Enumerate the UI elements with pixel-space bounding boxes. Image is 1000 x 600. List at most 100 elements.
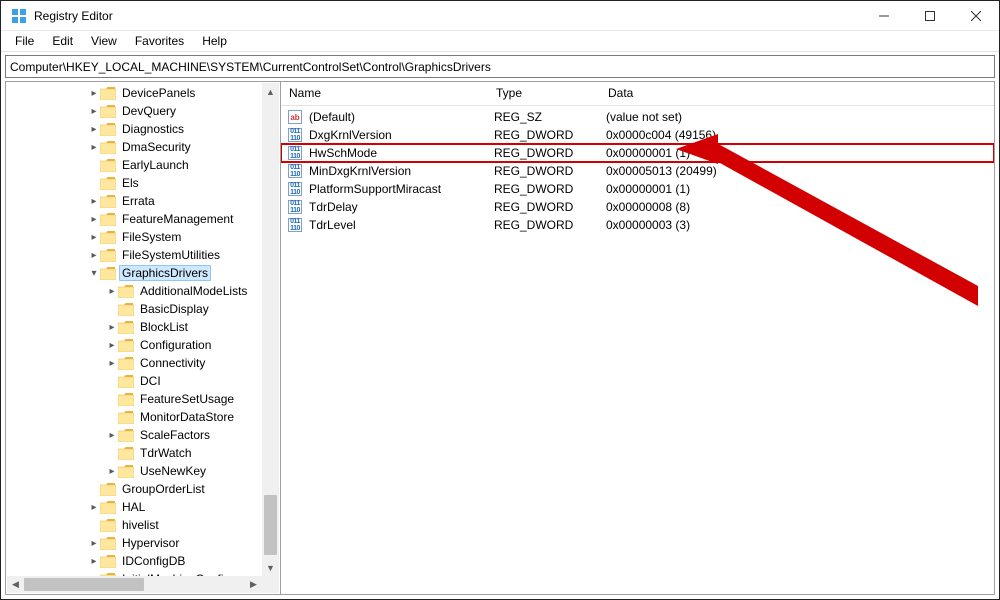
expand-icon[interactable]: ▸ [88,232,100,243]
column-header-type[interactable]: Type [488,82,600,105]
close-button[interactable] [953,1,999,31]
tree-item[interactable]: EarlyLaunch [10,156,280,174]
scroll-left-icon[interactable]: ◀ [7,576,24,593]
minimize-button[interactable] [861,1,907,31]
tree-item-label: IDConfigDB [119,554,188,568]
tree-item-label: HAL [119,500,148,514]
column-header-data[interactable]: Data [600,82,994,105]
tree-item[interactable]: ▸BlockList [10,318,280,336]
tree-item[interactable]: ▸DevicePanels [10,84,280,102]
tree-item[interactable]: BasicDisplay [10,300,280,318]
value-row[interactable]: 011110MinDxgKrnlVersionREG_DWORD0x000050… [281,162,994,180]
maximize-button[interactable] [907,1,953,31]
tree-item[interactable]: ▸ Configuration [10,336,280,354]
expand-icon[interactable]: ▸ [106,430,118,441]
expand-icon[interactable]: ▸ [106,322,118,333]
menu-file[interactable]: File [7,32,42,50]
scroll-track[interactable] [262,100,279,559]
expand-icon[interactable]: ▸ [88,88,100,99]
menu-bar: File Edit View Favorites Help [1,31,999,52]
value-name: DxgKrnlVersion [309,128,494,142]
expand-icon[interactable]: ▸ [88,502,100,513]
folder-icon [118,464,134,478]
expand-icon[interactable]: ▸ [88,196,100,207]
value-name: (Default) [309,110,494,124]
expand-icon[interactable]: ▸ [88,556,100,567]
column-header-name[interactable]: Name [281,82,488,105]
tree-item[interactable]: GroupOrderList [10,480,280,498]
tree-item[interactable]: ▸Connectivity [10,354,280,372]
scroll-thumb[interactable] [264,495,277,555]
expand-icon[interactable]: ▸ [106,358,118,369]
value-type: REG_DWORD [494,164,606,178]
titlebar[interactable]: Registry Editor [1,1,999,31]
tree-item[interactable]: ▸ HAL [10,498,280,516]
value-row[interactable]: 011110PlatformSupportMiracastREG_DWORD0x… [281,180,994,198]
expand-icon[interactable]: ▸ [88,124,100,135]
tree-item[interactable]: FeatureSetUsage [10,390,280,408]
scroll-right-icon[interactable]: ▶ [245,576,262,593]
tree-item[interactable]: TdrWatch [10,444,280,462]
tree-item[interactable]: ▸ DmaSecurity [10,138,280,156]
tree-scroll-area[interactable]: ▸DevicePanels▸DevQuery▸Diagnostics▸DmaSe… [6,82,280,594]
tree-item[interactable]: ▸FileSystemUtilities [10,246,280,264]
value-type: REG_DWORD [494,128,606,142]
expand-icon[interactable]: ▸ [88,142,100,153]
tree-item[interactable]: ▸FileSystem [10,228,280,246]
folder-icon [100,158,116,172]
tree-item[interactable]: ▸Hypervisor [10,534,280,552]
tree-item[interactable]: ▸ IDConfigDB [10,552,280,570]
tree-item[interactable]: ▸Diagnostics [10,120,280,138]
dword-value-icon: 011110 [288,218,302,232]
value-row[interactable]: 011110TdrDelayREG_DWORD0x00000008 (8) [281,198,994,216]
tree-item[interactable]: ▸UseNewKey [10,462,280,480]
tree-horizontal-scrollbar[interactable]: ◀ ▶ [7,576,262,593]
scroll-down-icon[interactable]: ▼ [262,559,279,576]
app-icon [11,8,27,24]
tree-item[interactable]: DCI [10,372,280,390]
folder-icon [118,338,134,352]
tree-item-label: DevQuery [119,104,179,118]
tree-item[interactable]: Els [10,174,280,192]
expand-icon[interactable]: ▾ [88,268,100,279]
tree-item-label: DmaSecurity [119,140,194,154]
tree-item[interactable]: hivelist [10,516,280,534]
list-header: Name Type Data [281,82,994,106]
value-row[interactable]: ab(Default)REG_SZ(value not set) [281,108,994,126]
value-row[interactable]: 011110TdrLevelREG_DWORD0x00000003 (3) [281,216,994,234]
scroll-track-h[interactable] [24,576,245,593]
value-name: MinDxgKrnlVersion [309,164,494,178]
menu-favorites[interactable]: Favorites [127,32,192,50]
menu-edit[interactable]: Edit [44,32,81,50]
tree-item[interactable]: ▸AdditionalModeLists [10,282,280,300]
address-bar[interactable]: Computer\HKEY_LOCAL_MACHINE\SYSTEM\Curre… [5,55,995,78]
tree-item[interactable]: ▸FeatureManagement [10,210,280,228]
menu-view[interactable]: View [83,32,125,50]
tree-item[interactable]: ▸ DevQuery [10,102,280,120]
expand-icon[interactable]: ▸ [88,214,100,225]
tree-item-label: Els [119,176,142,190]
expand-icon[interactable]: ▸ [106,286,118,297]
scroll-up-icon[interactable]: ▲ [262,83,279,100]
expand-icon[interactable]: ▸ [106,340,118,351]
folder-icon [118,392,134,406]
tree-item[interactable]: ▸Errata [10,192,280,210]
tree-item[interactable]: ▸ScaleFactors [10,426,280,444]
expand-icon[interactable]: ▸ [88,250,100,261]
tree-item[interactable]: MonitorDataStore [10,408,280,426]
tree-item-label: EarlyLaunch [119,158,192,172]
scroll-thumb-h[interactable] [24,578,144,591]
expand-icon[interactable]: ▸ [106,466,118,477]
value-data: 0x00000003 (3) [606,218,994,232]
folder-icon [118,284,134,298]
menu-help[interactable]: Help [194,32,235,50]
value-row[interactable]: 011110HwSchModeREG_DWORD0x00000001 (1) [281,144,994,162]
expand-icon[interactable]: ▸ [88,538,100,549]
tree-item[interactable]: ▾GraphicsDrivers [10,264,280,282]
value-data: 0x0000c004 (49156) [606,128,994,142]
tree-vertical-scrollbar[interactable]: ▲ ▼ [262,83,279,576]
expand-icon[interactable]: ▸ [88,106,100,117]
folder-icon [100,266,116,280]
tree-item-label: Configuration [137,338,214,352]
value-row[interactable]: 011110DxgKrnlVersionREG_DWORD0x0000c004 … [281,126,994,144]
